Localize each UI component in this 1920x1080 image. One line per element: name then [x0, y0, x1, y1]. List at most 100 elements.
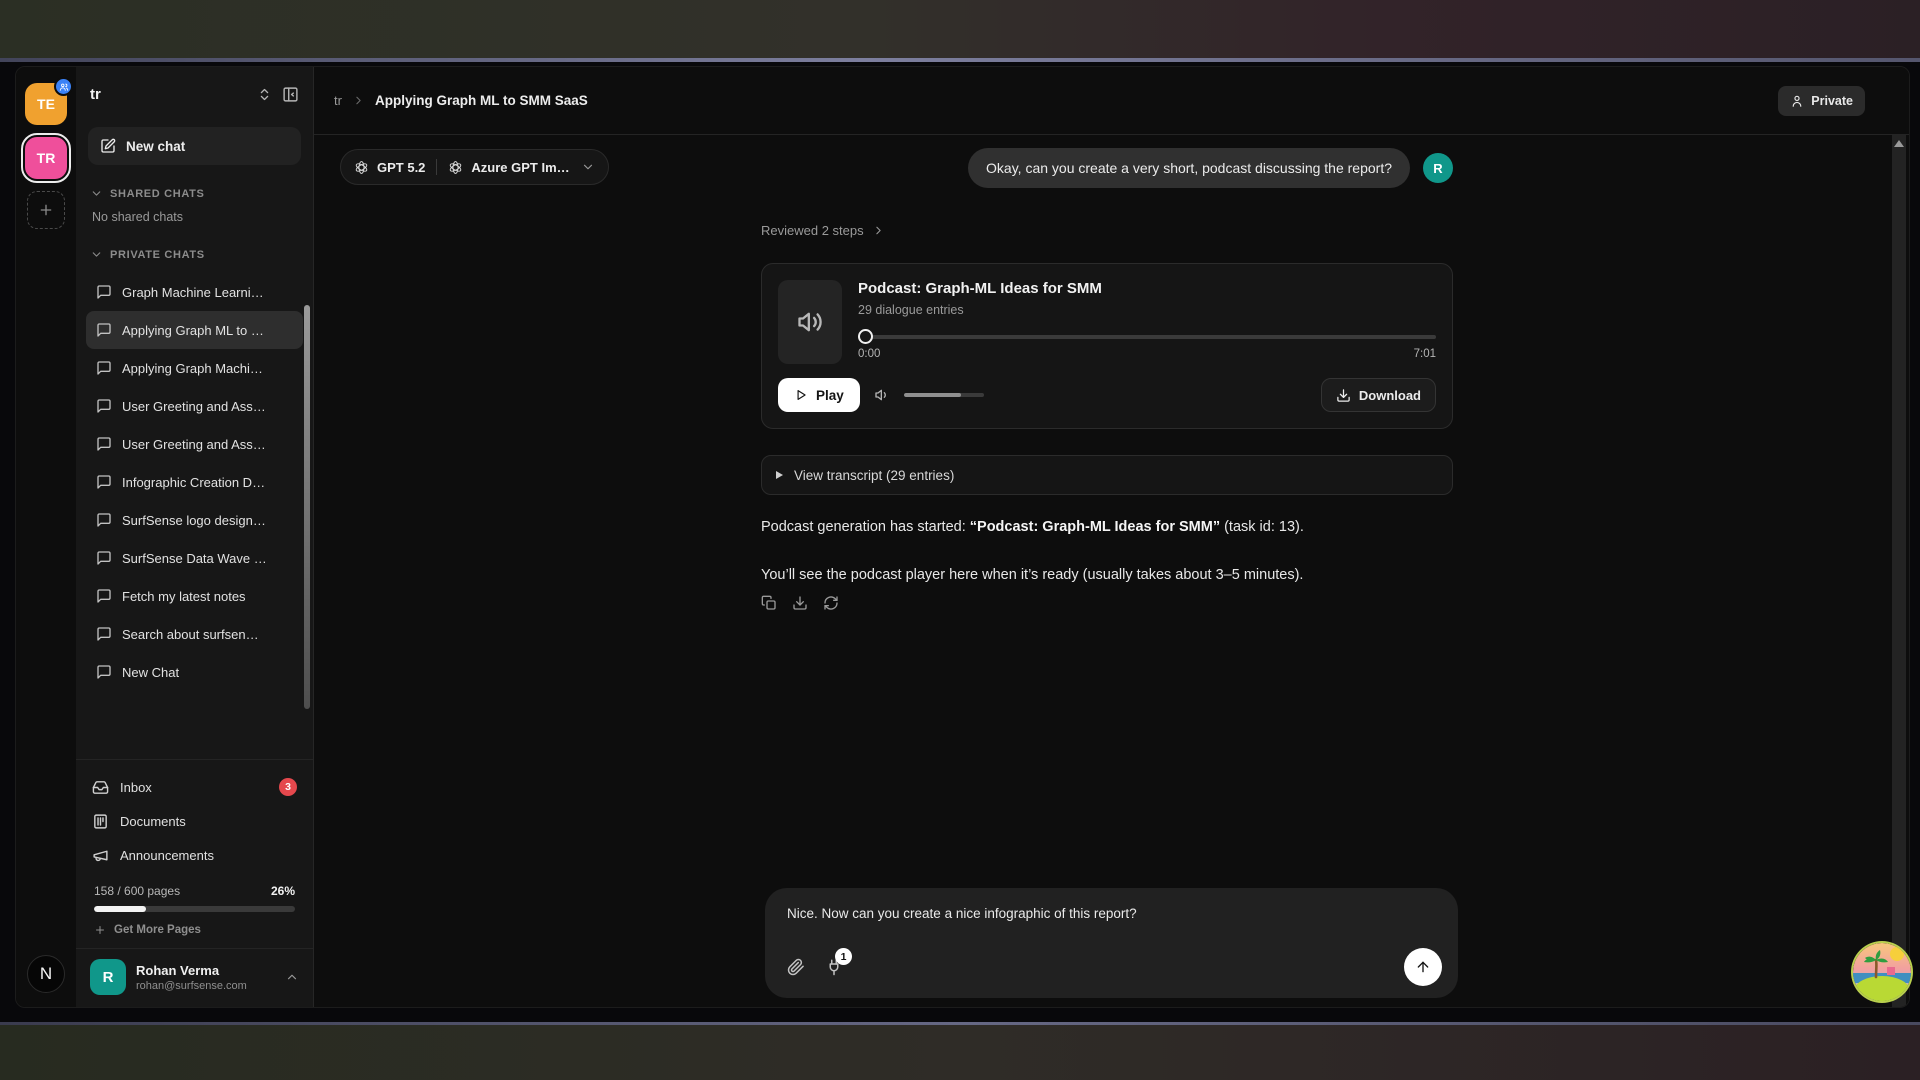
new-chat-button[interactable]: New chat: [88, 127, 301, 165]
sidebar-chat-item[interactable]: Graph Machine Learni…: [86, 273, 303, 311]
private-chats-label: PRIVATE CHATS: [110, 249, 205, 261]
sidebar-scrollbar[interactable]: [304, 305, 310, 709]
chat-bubble-icon: [96, 322, 112, 338]
chat-bubble-icon: [96, 512, 112, 528]
chat-bubble-icon: [96, 626, 112, 642]
sidebar-chat-item[interactable]: Search about surfsen…: [86, 615, 303, 653]
app-logo[interactable]: N: [27, 955, 65, 993]
user-message-avatar: R: [1423, 153, 1453, 183]
sidebar-item-inbox[interactable]: Inbox 3: [88, 770, 301, 804]
send-button[interactable]: [1404, 948, 1442, 986]
app-logo-letter: N: [40, 964, 52, 984]
chevron-down-icon: [90, 187, 103, 200]
model-primary-button[interactable]: GPT 5.2: [354, 160, 425, 175]
sidebar-chat-item[interactable]: Applying Graph Machi…: [86, 349, 303, 387]
status-text-podcast-title: “Podcast: Graph-ML Ideas for SMM”: [970, 519, 1220, 535]
shared-chats-section-toggle[interactable]: SHARED CHATS: [76, 169, 313, 206]
get-more-pages-button[interactable]: Get More Pages: [88, 914, 207, 944]
view-transcript-label: View transcript (29 entries): [794, 468, 954, 483]
regenerate-button[interactable]: [823, 595, 839, 611]
view-transcript-toggle[interactable]: View transcript (29 entries): [761, 455, 1453, 495]
workspace-te[interactable]: TE: [25, 83, 67, 125]
sidebar: tr New chat SHARED CHATS No shared chats…: [76, 67, 314, 1007]
message-composer[interactable]: Nice. Now can you create a nice infograp…: [765, 888, 1458, 998]
usage-progress-fill: [94, 906, 146, 912]
privacy-label: Private: [1811, 94, 1853, 108]
connectors-button[interactable]: 1: [825, 958, 843, 976]
download-label: Download: [1359, 388, 1421, 403]
sidebar-chat-item[interactable]: Infographic Creation D…: [86, 463, 303, 501]
new-chat-label: New chat: [126, 139, 185, 154]
new-chat-pencil-icon: [100, 138, 116, 154]
desktop-divider-top: [0, 58, 1920, 62]
announcements-label: Announcements: [120, 848, 214, 863]
volume-fill: [904, 393, 962, 397]
sidebar-item-documents[interactable]: Documents: [88, 804, 301, 838]
chat-item-label: Applying Graph Machi…: [122, 361, 263, 376]
model-primary-label: GPT 5.2: [377, 160, 425, 175]
desktop-wallpaper-top: [0, 0, 1920, 58]
copy-button[interactable]: [761, 595, 777, 611]
podcast-entries-count: 29 dialogue entries: [858, 303, 1436, 317]
volume-icon[interactable]: [874, 387, 890, 403]
scroll-up-arrow[interactable]: [1894, 140, 1904, 147]
composer-input[interactable]: Nice. Now can you create a nice infograp…: [787, 906, 1436, 921]
model-secondary-button[interactable]: Azure GPT Im…: [448, 160, 569, 175]
workspace-tr-active[interactable]: TR: [25, 137, 67, 179]
assistant-status-message: Podcast generation has started: “Podcast…: [761, 519, 1453, 535]
usage-percent: 26%: [271, 884, 295, 898]
desktop-wallpaper-bottom: [0, 1025, 1920, 1080]
seek-handle[interactable]: [858, 329, 873, 344]
chat-item-label: SurfSense Data Wave …: [122, 551, 267, 566]
usage-progress-bar: [94, 906, 295, 912]
assistant-eta-message: You’ll see the podcast player here when …: [761, 567, 1453, 583]
breadcrumb-chat-title: Applying Graph ML to SMM SaaS: [375, 93, 588, 108]
speaker-icon: [796, 308, 824, 336]
connectors-count-badge: 1: [835, 948, 852, 965]
user-message-row: Okay, can you create a very short, podca…: [968, 148, 1453, 188]
main-panel: tr Applying Graph ML to SMM SaaS Private…: [314, 67, 1909, 1007]
main-scrollbar[interactable]: [1892, 135, 1906, 1007]
sidebar-chat-item[interactable]: User Greeting and Ass…: [86, 387, 303, 425]
sidebar-chat-item[interactable]: New Chat: [86, 653, 303, 691]
user-menu[interactable]: R Rohan Verma rohan@surfsense.com: [76, 948, 313, 1007]
model-dropdown-chevron[interactable]: [581, 160, 595, 174]
workspace-switcher-button[interactable]: [257, 87, 272, 102]
chat-bubble-icon: [96, 398, 112, 414]
privacy-toggle-button[interactable]: Private: [1778, 86, 1865, 116]
private-chats-section-toggle[interactable]: PRIVATE CHATS: [76, 230, 313, 267]
collapse-sidebar-button[interactable]: [282, 86, 299, 103]
island-illustration: [1853, 943, 1911, 1001]
attach-file-button[interactable]: [787, 958, 805, 976]
sidebar-chat-item[interactable]: SurfSense Data Wave …: [86, 539, 303, 577]
download-response-button[interactable]: [792, 595, 808, 611]
play-label: Play: [816, 388, 844, 403]
podcast-thumbnail: [778, 280, 842, 364]
refresh-icon: [823, 595, 839, 611]
island-extension-badge[interactable]: [1853, 943, 1911, 1001]
breadcrumb-workspace[interactable]: tr: [334, 93, 342, 108]
message-actions: [761, 595, 839, 611]
sidebar-chat-item[interactable]: Fetch my latest notes: [86, 577, 303, 615]
chat-bubble-icon: [96, 474, 112, 490]
chat-bubble-icon: [96, 588, 112, 604]
inbox-unread-badge: 3: [279, 778, 297, 796]
chat-item-label: Graph Machine Learni…: [122, 285, 264, 300]
conversation: Okay, can you create a very short, podca…: [761, 67, 1453, 1007]
play-button[interactable]: Play: [778, 378, 860, 412]
add-workspace-button[interactable]: [27, 191, 65, 229]
podcast-current-time: 0:00: [858, 348, 880, 360]
openai-logo-icon: [448, 160, 463, 175]
sidebar-item-announcements[interactable]: Announcements: [88, 838, 301, 872]
volume-slider[interactable]: [904, 393, 984, 397]
user-email: rohan@surfsense.com: [136, 980, 247, 992]
sidebar-chat-item[interactable]: SurfSense logo design…: [86, 501, 303, 539]
download-button[interactable]: Download: [1321, 378, 1436, 412]
reviewed-steps-toggle[interactable]: Reviewed 2 steps: [761, 223, 885, 238]
sidebar-chat-item-active[interactable]: Applying Graph ML to …: [86, 311, 303, 349]
shared-users-badge: [54, 77, 73, 96]
usage-meter: 158 / 600 pages 26%: [88, 872, 301, 914]
paperclip-icon: [787, 958, 805, 976]
sidebar-chat-item[interactable]: User Greeting and Ass…: [86, 425, 303, 463]
podcast-seek-slider[interactable]: [858, 329, 1436, 345]
